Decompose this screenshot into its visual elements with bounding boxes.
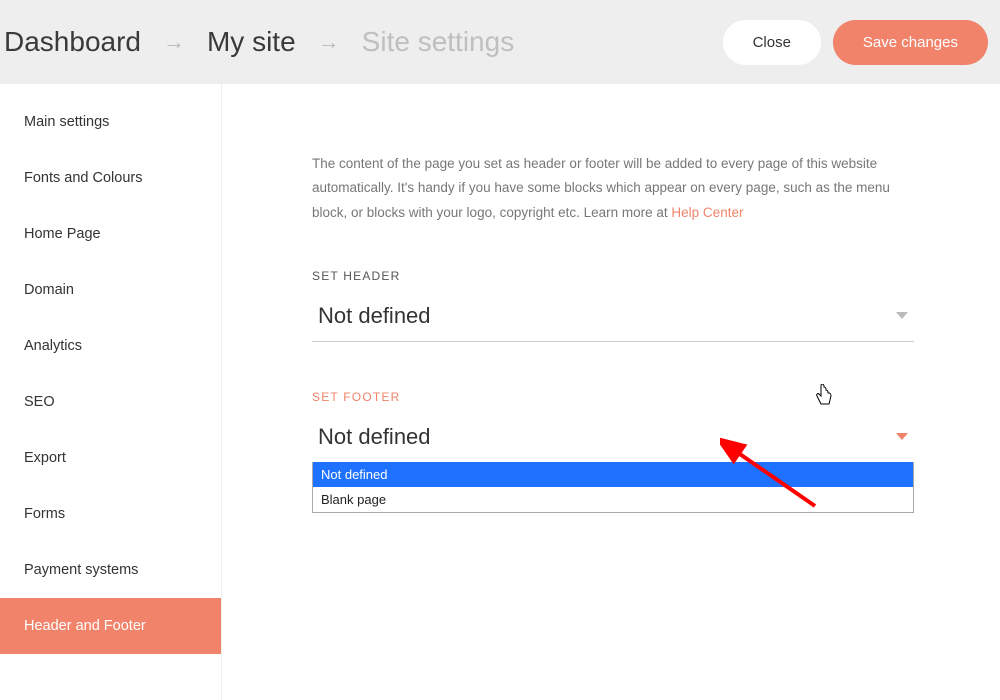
set-header-value: Not defined <box>318 303 896 329</box>
chevron-down-icon <box>896 433 908 440</box>
breadcrumb-my-site[interactable]: My site <box>203 18 300 66</box>
breadcrumb: Dashboard → My site → Site settings <box>0 18 518 66</box>
sidebar-item-home-page[interactable]: Home Page <box>0 206 221 262</box>
sidebar-item-domain[interactable]: Domain <box>0 262 221 318</box>
top-bar: Dashboard → My site → Site settings Clos… <box>0 0 1000 84</box>
sidebar-item-forms[interactable]: Forms <box>0 486 221 542</box>
close-button[interactable]: Close <box>723 20 821 65</box>
set-header-label: SET HEADER <box>312 269 914 283</box>
sidebar-item-seo[interactable]: SEO <box>0 374 221 430</box>
sidebar-item-payment-systems[interactable]: Payment systems <box>0 542 221 598</box>
set-footer-label: SET FOOTER <box>312 390 914 404</box>
chevron-down-icon <box>896 312 908 319</box>
breadcrumb-dashboard[interactable]: Dashboard <box>0 18 145 66</box>
sidebar-item-fonts-colours[interactable]: Fonts and Colours <box>0 150 221 206</box>
sidebar: Main settings Fonts and Colours Home Pag… <box>0 84 222 700</box>
description-text: The content of the page you set as heade… <box>312 152 914 225</box>
sidebar-item-header-footer[interactable]: Header and Footer <box>0 598 221 654</box>
footer-option-not-defined[interactable]: Not defined <box>313 462 913 487</box>
sidebar-item-analytics[interactable]: Analytics <box>0 318 221 374</box>
breadcrumb-site-settings: Site settings <box>358 18 519 66</box>
set-footer-select[interactable]: Not defined Not defined Blank page <box>312 414 914 463</box>
content-area: The content of the page you set as heade… <box>222 84 1000 700</box>
sidebar-item-export[interactable]: Export <box>0 430 221 486</box>
chevron-right-icon: → <box>163 29 185 55</box>
set-footer-dropdown: Not defined Blank page <box>312 462 914 513</box>
set-footer-value: Not defined <box>318 424 896 450</box>
footer-option-blank-page[interactable]: Blank page <box>313 487 913 512</box>
save-changes-button[interactable]: Save changes <box>833 20 988 65</box>
description-body: The content of the page you set as heade… <box>312 156 890 220</box>
chevron-right-icon: → <box>318 29 340 55</box>
help-center-link[interactable]: Help Center <box>671 205 743 220</box>
sidebar-item-main-settings[interactable]: Main settings <box>0 94 221 150</box>
set-header-select[interactable]: Not defined <box>312 293 914 342</box>
